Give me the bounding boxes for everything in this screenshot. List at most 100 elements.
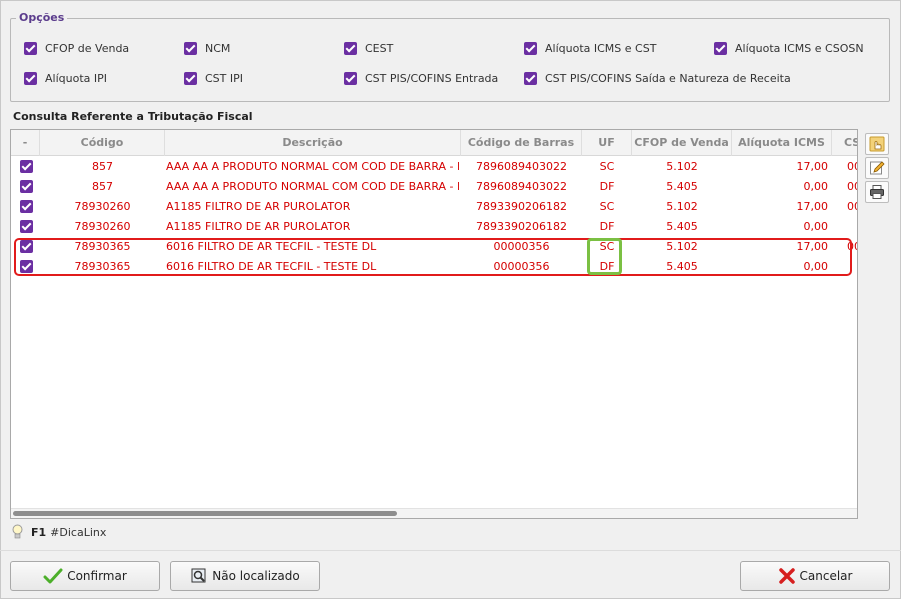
row-checkbox[interactable] bbox=[20, 200, 33, 213]
checkbox[interactable] bbox=[344, 42, 357, 55]
cell-codigo: 857 bbox=[92, 180, 113, 193]
option-aliquota-icms-csosn[interactable]: Alíquota ICMS e CSOSN bbox=[714, 42, 864, 55]
col-cs[interactable]: CS bbox=[832, 130, 857, 156]
red-x-icon bbox=[778, 568, 795, 584]
cell-cfop: 5.102 bbox=[666, 200, 698, 213]
checkbox[interactable] bbox=[524, 42, 537, 55]
table-row[interactable]: 78930365 6016 FILTRO DE AR TECFIL - TEST… bbox=[11, 257, 857, 277]
table-row[interactable]: 857 AAA AA A PRODUTO NORMAL COM COD DE B… bbox=[11, 157, 857, 177]
option-label: CST IPI bbox=[205, 72, 244, 85]
row-checkbox[interactable] bbox=[20, 180, 33, 193]
tax-grid[interactable]: - Código Descrição Código de Barras UF C… bbox=[10, 129, 858, 519]
cell-cfop: 5.405 bbox=[666, 260, 698, 273]
col-uf[interactable]: UF bbox=[582, 130, 632, 156]
cell-uf: DF bbox=[599, 180, 615, 193]
row-checkbox[interactable] bbox=[20, 160, 33, 173]
table-row[interactable]: 78930365 6016 FILTRO DE AR TECFIL - TEST… bbox=[11, 237, 857, 257]
cell-descricao: A1185 FILTRO DE AR PUROLATOR bbox=[166, 220, 351, 233]
option-cfop-venda[interactable]: CFOP de Venda bbox=[24, 42, 129, 55]
cell-cfop: 5.102 bbox=[666, 240, 698, 253]
cell-barras: 7896089403022 bbox=[476, 160, 567, 173]
option-ncm[interactable]: NCM bbox=[184, 42, 230, 55]
cell-cfop: 5.102 bbox=[666, 160, 698, 173]
horizontal-scrollbar[interactable] bbox=[11, 508, 857, 518]
cell-aliquota: 17,00 bbox=[796, 160, 829, 173]
checkbox[interactable] bbox=[524, 72, 537, 85]
row-checkbox[interactable] bbox=[20, 260, 33, 273]
print-button[interactable] bbox=[865, 181, 889, 203]
options-group bbox=[10, 18, 890, 102]
cell-codigo: 857 bbox=[92, 160, 113, 173]
checkbox[interactable] bbox=[24, 72, 37, 85]
cell-descricao: 6016 FILTRO DE AR TECFIL - TESTE DL bbox=[166, 240, 377, 253]
cell-uf: DF bbox=[599, 260, 615, 273]
checkbox[interactable] bbox=[714, 42, 727, 55]
option-label: NCM bbox=[205, 42, 231, 55]
option-aliquota-icms-cst[interactable]: Alíquota ICMS e CST bbox=[524, 42, 656, 55]
cell-aliquota: 17,00 bbox=[796, 200, 829, 213]
lightbulb-icon bbox=[12, 524, 23, 539]
tip-bar: F1 #DicaLinx bbox=[12, 524, 106, 540]
tip-text: #DicaLinx bbox=[50, 525, 107, 539]
col-codigo-barras[interactable]: Código de Barras bbox=[461, 130, 582, 156]
cancel-label: Cancelar bbox=[799, 569, 853, 583]
col-aliquota-icms[interactable]: Alíquota ICMS bbox=[732, 130, 832, 156]
option-cest[interactable]: CEST bbox=[344, 42, 393, 55]
cell-descricao: A1185 FILTRO DE AR PUROLATOR bbox=[166, 200, 351, 213]
option-cst-pis-cofins-entrada[interactable]: CST PIS/COFINS Entrada bbox=[344, 72, 498, 85]
edit-button[interactable] bbox=[865, 157, 889, 179]
option-label: Alíquota ICMS e CST bbox=[545, 42, 657, 55]
cell-cs bbox=[847, 217, 857, 237]
cell-uf: SC bbox=[599, 160, 615, 173]
cell-codigo: 78930365 bbox=[74, 260, 131, 273]
hand-pointer-icon bbox=[869, 136, 885, 152]
cell-codigo: 78930260 bbox=[74, 200, 131, 213]
option-label: CST PIS/COFINS Entrada bbox=[365, 72, 499, 85]
cell-uf: SC bbox=[599, 200, 615, 213]
col-select[interactable]: - bbox=[11, 130, 40, 156]
checkbox[interactable] bbox=[344, 72, 357, 85]
checkbox[interactable] bbox=[184, 42, 197, 55]
cell-descricao: 6016 FILTRO DE AR TECFIL - TESTE DL bbox=[166, 260, 377, 273]
table-row[interactable]: 857 AAA AA A PRODUTO NORMAL COM COD DE B… bbox=[11, 177, 857, 197]
not-found-icon bbox=[191, 568, 206, 583]
option-cst-ipi[interactable]: CST IPI bbox=[184, 72, 243, 85]
grid-header: - Código Descrição Código de Barras UF C… bbox=[11, 130, 857, 156]
cell-cs bbox=[847, 257, 857, 277]
col-codigo[interactable]: Código bbox=[40, 130, 165, 156]
confirm-button[interactable]: Confirmar bbox=[10, 561, 160, 591]
cell-descricao: AAA AA A PRODUTO NORMAL COM COD DE BARRA… bbox=[166, 180, 459, 193]
select-hand-button[interactable] bbox=[865, 133, 889, 155]
cell-uf: DF bbox=[599, 220, 615, 233]
cell-aliquota: 0,00 bbox=[803, 220, 829, 233]
row-checkbox[interactable] bbox=[20, 220, 33, 233]
cell-cs: 00 bbox=[847, 240, 857, 253]
cell-cfop: 5.405 bbox=[666, 220, 698, 233]
table-row[interactable]: 78930260 A1185 FILTRO DE AR PUROLATOR 78… bbox=[11, 217, 857, 237]
cell-uf: SC bbox=[599, 240, 615, 253]
scrollbar-thumb[interactable] bbox=[13, 511, 397, 516]
cell-cfop: 5.405 bbox=[666, 180, 698, 193]
cancel-button[interactable]: Cancelar bbox=[740, 561, 890, 591]
cell-barras: 7896089403022 bbox=[476, 180, 567, 193]
section-title: Consulta Referente a Tributação Fiscal bbox=[13, 110, 253, 123]
col-cfop-venda[interactable]: CFOP de Venda bbox=[632, 130, 732, 156]
row-checkbox[interactable] bbox=[20, 240, 33, 253]
checkbox[interactable] bbox=[184, 72, 197, 85]
table-row[interactable]: 78930260 A1185 FILTRO DE AR PUROLATOR 78… bbox=[11, 197, 857, 217]
option-aliquota-ipi[interactable]: Alíquota IPI bbox=[24, 72, 107, 85]
cell-cs: 00 bbox=[847, 200, 857, 213]
pencil-edit-icon bbox=[870, 161, 885, 175]
cell-descricao: AAA AA A PRODUTO NORMAL COM COD DE BARRA… bbox=[166, 160, 459, 173]
option-cst-pis-cofins-saida[interactable]: CST PIS/COFINS Saída e Natureza de Recei… bbox=[524, 72, 791, 85]
not-found-button[interactable]: Não localizado bbox=[170, 561, 320, 591]
cell-barras: 7893390206182 bbox=[476, 200, 567, 213]
checkbox[interactable] bbox=[24, 42, 37, 55]
options-title: Opções bbox=[16, 11, 68, 24]
printer-icon bbox=[870, 185, 884, 199]
option-label: Alíquota IPI bbox=[45, 72, 107, 85]
option-label: CEST bbox=[365, 42, 394, 55]
option-label: CFOP de Venda bbox=[45, 42, 130, 55]
col-descricao[interactable]: Descrição bbox=[165, 130, 461, 156]
cell-cs: 00 bbox=[847, 180, 857, 193]
